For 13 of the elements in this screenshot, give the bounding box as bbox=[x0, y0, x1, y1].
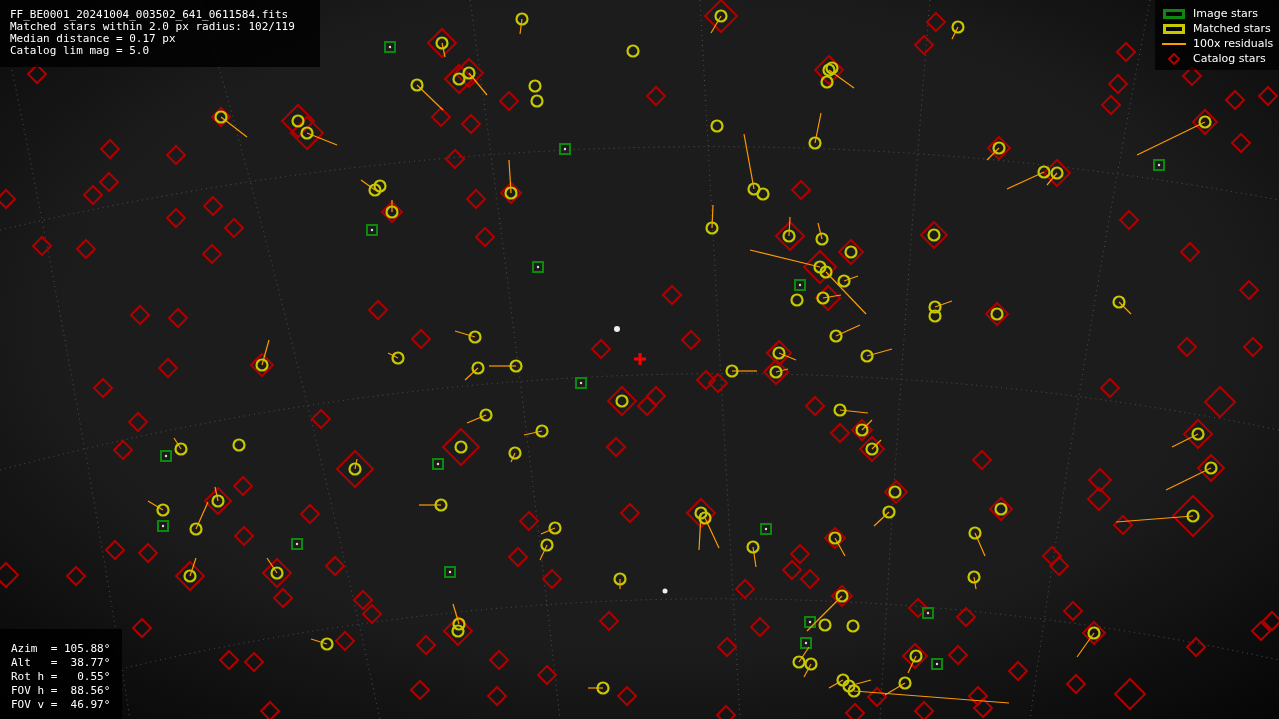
info-text: Rot h = 0.55° bbox=[11, 670, 111, 684]
info-text: FF_BE0001_20241004_003502_641_0611584.fits bbox=[10, 9, 290, 21]
info-text: Catalog lim mag = 5.0 bbox=[10, 45, 151, 57]
info-text: Matched stars within 2.0 px radius: 102/119 bbox=[10, 21, 296, 33]
legend-label: 100x residuals bbox=[1193, 38, 1274, 49]
legend-label: Image stars bbox=[1193, 8, 1258, 19]
info-text: Azim = 105.88° bbox=[11, 642, 111, 656]
legend-label: Matched stars bbox=[1193, 23, 1271, 34]
info-text: Alt = 38.77° bbox=[11, 656, 111, 670]
info-text: FOV v = 46.97° bbox=[11, 698, 111, 712]
legend-label: Catalog stars bbox=[1193, 53, 1266, 64]
info-text: Median distance = 0.17 px bbox=[10, 33, 177, 45]
info-text: FOV h = 88.56° bbox=[11, 684, 111, 698]
